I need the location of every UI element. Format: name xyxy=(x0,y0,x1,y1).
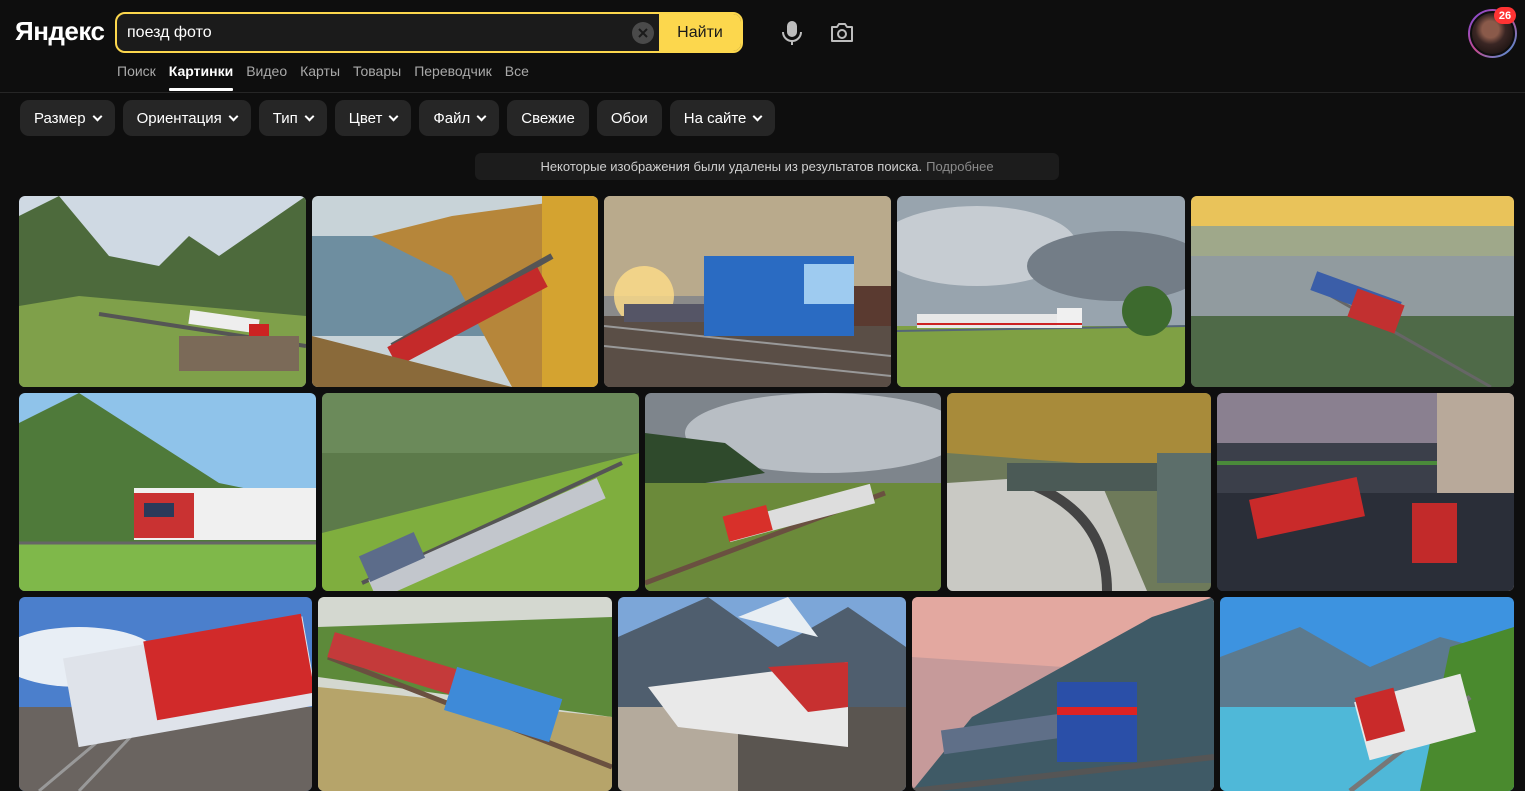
image-result[interactable] xyxy=(19,393,316,591)
image-result[interactable] xyxy=(312,196,598,387)
filter-size[interactable]: Размер xyxy=(20,100,115,136)
filter-on-site[interactable]: На сайте xyxy=(669,100,776,136)
chevron-down-icon xyxy=(388,111,399,121)
tab-images[interactable]: Картинки xyxy=(168,62,234,92)
header-divider xyxy=(0,92,1525,93)
image-result[interactable] xyxy=(318,597,612,791)
image-result[interactable] xyxy=(1191,196,1514,387)
filter-bar: Размер Ориентация Тип Цвет Файл Свежие О… xyxy=(20,100,776,136)
chevron-down-icon xyxy=(476,111,487,121)
image-result[interactable] xyxy=(1220,597,1514,791)
camera-search-icon[interactable] xyxy=(828,20,856,46)
image-result[interactable] xyxy=(19,196,306,387)
chevron-down-icon xyxy=(228,111,239,121)
tab-translator[interactable]: Переводчик xyxy=(414,62,492,92)
notice-text: Некоторые изображения были удалены из ре… xyxy=(540,159,923,174)
filter-wallpapers[interactable]: Обои xyxy=(596,100,662,136)
filter-color[interactable]: Цвет xyxy=(334,100,412,136)
tab-search[interactable]: Поиск xyxy=(117,62,156,92)
search-tabs: Поиск Картинки Видео Карты Товары Перево… xyxy=(117,62,542,92)
image-result[interactable] xyxy=(604,196,891,387)
find-button[interactable]: Найти xyxy=(659,14,741,51)
image-result[interactable] xyxy=(1217,393,1514,591)
tab-maps[interactable]: Карты xyxy=(300,62,340,92)
filter-fresh[interactable]: Свежие xyxy=(507,100,589,136)
filter-type[interactable]: Тип xyxy=(258,100,327,136)
notice-more-link[interactable]: Подробнее xyxy=(926,159,993,174)
tab-products[interactable]: Товары xyxy=(353,62,401,92)
image-result[interactable] xyxy=(912,597,1214,791)
microphone-icon[interactable] xyxy=(780,20,804,46)
image-result[interactable] xyxy=(947,393,1211,591)
search-input[interactable] xyxy=(127,14,627,51)
search-box: Найти xyxy=(115,12,743,53)
close-icon xyxy=(638,28,648,38)
filter-file[interactable]: Файл xyxy=(419,100,500,136)
image-result[interactable] xyxy=(322,393,639,591)
filter-orientation[interactable]: Ориентация xyxy=(122,100,251,136)
image-result[interactable] xyxy=(897,196,1185,387)
chevron-down-icon xyxy=(92,111,103,121)
clear-search-button[interactable] xyxy=(632,22,654,44)
tab-video[interactable]: Видео xyxy=(246,62,287,92)
removed-results-notice: Некоторые изображения были удалены из ре… xyxy=(475,153,1059,180)
image-result[interactable] xyxy=(645,393,941,591)
image-result[interactable] xyxy=(618,597,906,791)
chevron-down-icon xyxy=(304,111,315,121)
notification-badge: 26 xyxy=(1494,7,1516,24)
chevron-down-icon xyxy=(752,111,763,121)
image-result[interactable] xyxy=(19,597,312,791)
yandex-logo[interactable]: Яндекс xyxy=(15,16,105,47)
tab-all[interactable]: Все xyxy=(505,62,529,92)
